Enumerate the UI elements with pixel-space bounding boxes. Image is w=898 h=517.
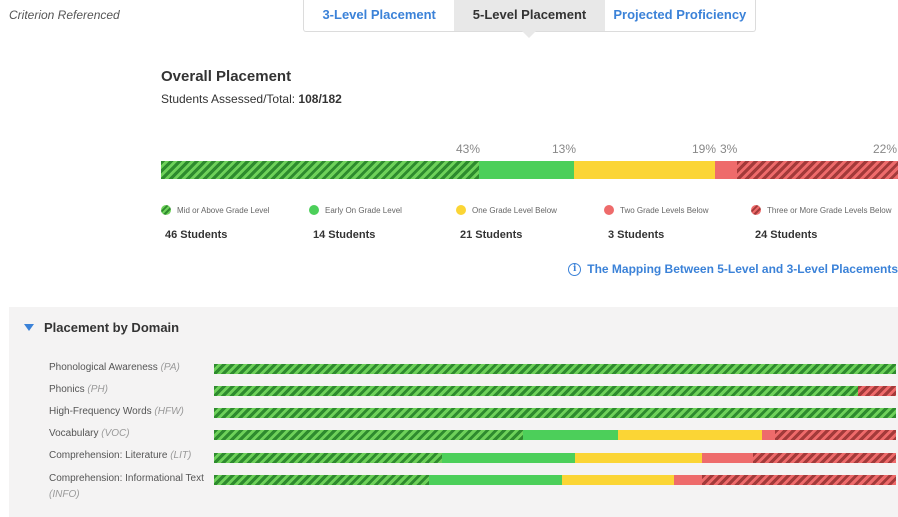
overall-bar-three-or-more-below	[737, 161, 898, 179]
domain-label-lit: Comprehension: Literature (LIT)	[49, 448, 209, 464]
criterion-referenced-label: Criterion Referenced	[9, 8, 120, 22]
domain-label-ph: Phonics (PH)	[49, 382, 209, 398]
placement-tabs: 3-Level Placement 5-Level Placement Proj…	[303, 0, 756, 38]
mid-or-above-dot-icon	[161, 205, 171, 215]
legend-count: 46 Students	[165, 229, 228, 241]
domain-bar-segment-early-on	[442, 453, 576, 463]
one-below-dot-icon	[456, 205, 466, 215]
caret-down-icon	[24, 324, 34, 331]
legend-item-early-on: Early On Grade Level 14 Students	[309, 205, 402, 241]
overall-bar-early-on	[479, 161, 574, 179]
placement-by-domain-panel: Placement by Domain Phonological Awarene…	[9, 307, 898, 517]
three-or-more-below-dot-icon	[751, 205, 761, 215]
domain-bar-segment-three-or-more-below	[752, 453, 896, 463]
domain-bar-segment-mid-or-above	[214, 453, 443, 463]
legend-label: Two Grade Levels Below	[620, 205, 709, 215]
domain-bar-segment-mid-or-above	[214, 475, 429, 485]
tab-projected-proficiency[interactable]: Projected Proficiency	[605, 0, 755, 31]
domain-bar	[214, 430, 896, 440]
domain-label-hfw: High-Frequency Words (HFW)	[49, 404, 209, 420]
legend-count: 14 Students	[313, 229, 376, 241]
overall-bar-one-below	[574, 161, 715, 179]
legend-label: Mid or Above Grade Level	[177, 205, 270, 215]
percent-two-below: 3%	[720, 142, 738, 156]
overall-bar-mid-or-above	[161, 161, 479, 179]
domain-label-pa: Phonological Awareness (PA)	[49, 360, 209, 376]
domain-bar-segment-one-below	[561, 475, 675, 485]
tab-3-level-placement[interactable]: 3-Level Placement	[304, 0, 454, 31]
mapping-link-label: The Mapping Between 5-Level and 3-Level …	[587, 262, 898, 276]
legend-count: 3 Students	[608, 229, 665, 241]
domain-name: Comprehension: Informational Text	[49, 473, 204, 484]
domain-bar	[214, 364, 896, 374]
domain-name: Phonological Awareness	[49, 362, 158, 373]
overall-placement-bar	[161, 161, 898, 179]
domain-bar	[214, 386, 896, 396]
domain-bar-segment-mid-or-above	[214, 408, 896, 418]
domain-bar-segment-three-or-more-below	[701, 475, 896, 485]
students-assessed: Students Assessed/Total: 108/182	[161, 92, 342, 106]
overall-placement-title: Overall Placement	[161, 68, 292, 85]
students-assessed-label: Students Assessed/Total:	[161, 92, 299, 106]
legend-item-three-or-more-below: Three or More Grade Levels Below 24 Stud…	[751, 205, 892, 241]
legend-label: Three or More Grade Levels Below	[767, 205, 892, 215]
placement-by-domain-toggle[interactable]: Placement by Domain	[24, 320, 179, 335]
domain-bar	[214, 453, 896, 463]
legend-count: 24 Students	[755, 229, 818, 241]
domain-bar-segment-mid-or-above	[214, 430, 523, 440]
legend-item-mid-or-above: Mid or Above Grade Level 46 Students	[161, 205, 270, 241]
overall-bar-two-below	[715, 161, 737, 179]
domain-bar	[214, 475, 896, 485]
domain-name: High-Frequency Words	[49, 406, 152, 417]
students-assessed-value: 108/182	[298, 92, 342, 106]
domain-bar-segment-three-or-more-below	[858, 386, 896, 396]
domain-abbr: (HFW)	[154, 406, 184, 417]
domain-abbr: (PH)	[87, 384, 108, 395]
tab-5-level-placement[interactable]: 5-Level Placement	[454, 0, 605, 38]
percent-three-or-more-below: 22%	[873, 142, 898, 156]
legend-item-one-below: One Grade Level Below 21 Students	[456, 205, 557, 241]
domain-bar-segment-one-below	[618, 430, 762, 440]
domain-bar-segment-mid-or-above	[214, 364, 896, 374]
domain-abbr: (PA)	[160, 362, 180, 373]
domain-name: Comprehension: Literature	[49, 450, 168, 461]
domain-bar-segment-two-below	[674, 475, 702, 485]
domain-bar-segment-two-below	[701, 453, 753, 463]
legend-count: 21 Students	[460, 229, 523, 241]
domain-bar-segment-two-below	[761, 430, 776, 440]
domain-bar-segment-three-or-more-below	[775, 430, 896, 440]
domain-name: Vocabulary	[49, 428, 99, 439]
early-on-dot-icon	[309, 205, 319, 215]
domain-bar	[214, 408, 896, 418]
legend-item-two-below: Two Grade Levels Below 3 Students	[604, 205, 709, 241]
info-icon: i	[568, 262, 582, 276]
placement-legend: Mid or Above Grade Level 46 Students Ear…	[161, 205, 898, 245]
domain-abbr: (INFO)	[49, 489, 80, 500]
domain-abbr: (LIT)	[170, 450, 192, 461]
mapping-5-to-3-level-link[interactable]: i The Mapping Between 5-Level and 3-Leve…	[568, 262, 898, 276]
legend-label: One Grade Level Below	[472, 205, 557, 215]
domain-name: Phonics	[49, 384, 85, 395]
two-below-dot-icon	[604, 205, 614, 215]
domain-abbr: (VOC)	[101, 428, 130, 439]
domain-bar-segment-early-on	[522, 430, 619, 440]
percent-mid-or-above: 43%	[456, 142, 481, 156]
overall-percent-labels: 43% 13% 19% 3% 22%	[161, 142, 898, 158]
domain-bar-segment-one-below	[575, 453, 702, 463]
legend-label: Early On Grade Level	[325, 205, 402, 215]
domain-label-voc: Vocabulary (VOC)	[49, 426, 209, 442]
domain-bar-segment-early-on	[428, 475, 562, 485]
percent-one-below: 19%	[692, 142, 717, 156]
domain-label-info: Comprehension: Informational Text (INFO)	[49, 471, 209, 503]
domain-bar-segment-mid-or-above	[214, 386, 859, 396]
placement-by-domain-title: Placement by Domain	[44, 320, 180, 335]
percent-early-on: 13%	[552, 142, 577, 156]
